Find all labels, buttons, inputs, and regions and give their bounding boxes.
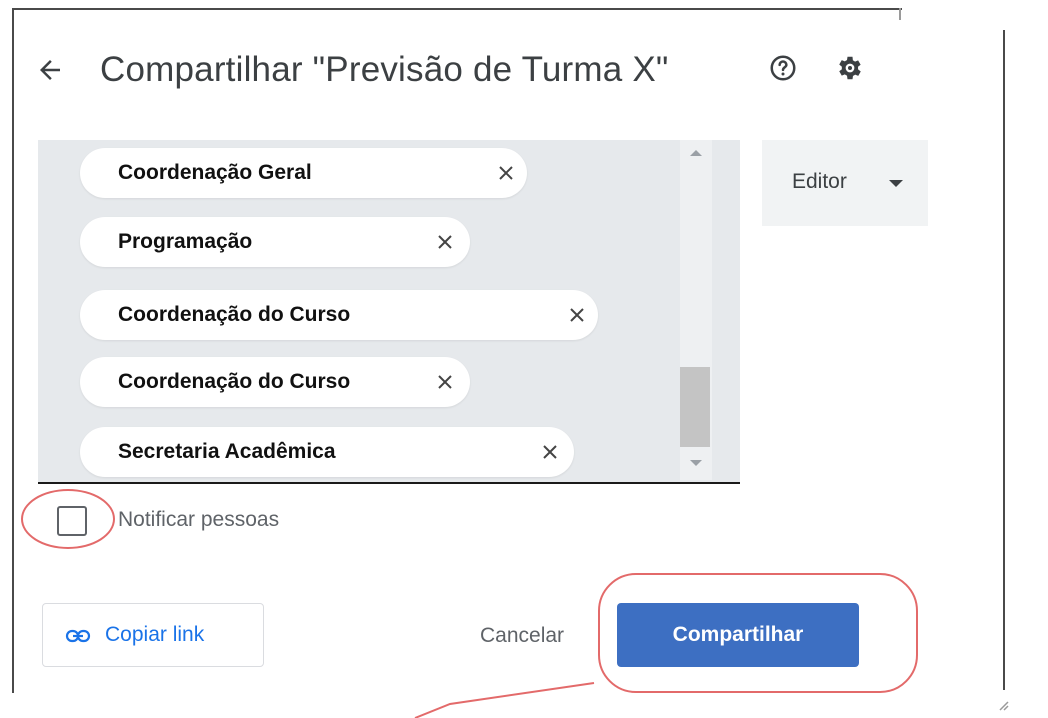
- help-circle-icon: [770, 55, 796, 81]
- share-dialog-screenshot: Compartilhar "Previsão de Turma X" Coord…: [0, 0, 1048, 718]
- remove-recipient-button[interactable]: [494, 161, 518, 185]
- scroll-up-arrow-icon[interactable]: [690, 150, 702, 156]
- copy-link-button[interactable]: Copiar link: [42, 603, 264, 667]
- recipient-chip-label: Coordenação Geral: [118, 161, 312, 184]
- cancel-label: Cancelar: [480, 624, 565, 647]
- recipient-chip-label: Coordenação do Curso: [118, 370, 351, 393]
- cancel-button[interactable]: Cancelar: [470, 610, 600, 660]
- settings-button[interactable]: [832, 50, 868, 86]
- recipient-chip: Coordenação do Curso: [80, 290, 598, 340]
- share-button[interactable]: Compartilhar: [617, 603, 859, 667]
- role-dropdown-value: Editor: [792, 170, 847, 193]
- recipient-chip: Coordenação Geral: [80, 148, 527, 198]
- notify-people-checkbox[interactable]: [57, 506, 87, 536]
- recipient-chip-label: Coordenação do Curso: [118, 303, 351, 326]
- scrollbar-thumb[interactable]: [680, 367, 710, 447]
- dialog-frame-tick: [899, 8, 901, 20]
- dialog-frame-left: [12, 8, 14, 693]
- resize-corner-icon: [999, 701, 1009, 711]
- help-button[interactable]: [765, 50, 801, 86]
- copy-link-label: Copiar link: [105, 623, 205, 646]
- remove-recipient-button[interactable]: [433, 230, 457, 254]
- arrow-left-icon: [40, 60, 60, 80]
- recipient-chip: Coordenação do Curso: [80, 357, 470, 407]
- dialog-frame-right: [1003, 30, 1005, 690]
- dialog-frame-top: [12, 8, 902, 10]
- close-icon: [499, 166, 513, 180]
- scroll-down-arrow-icon[interactable]: [690, 460, 702, 466]
- back-button[interactable]: [30, 46, 70, 94]
- caret-down-icon: [889, 180, 903, 187]
- remove-recipient-button[interactable]: [538, 440, 562, 464]
- remove-recipient-button[interactable]: [565, 303, 589, 327]
- share-label: Compartilhar: [672, 623, 804, 646]
- close-icon: [543, 445, 557, 459]
- recipient-chip: Programação: [80, 217, 470, 267]
- role-dropdown[interactable]: Editor: [762, 140, 928, 226]
- close-icon: [438, 235, 452, 249]
- recipients-chip-list[interactable]: Coordenação Geral Programação Coordenaçã…: [38, 140, 740, 484]
- close-icon: [438, 375, 452, 389]
- notify-people-label: Notificar pessoas: [118, 508, 280, 531]
- dialog-title: Compartilhar "Previsão de Turma X": [100, 50, 669, 89]
- close-icon: [570, 308, 584, 322]
- recipient-chip: Secretaria Acadêmica: [80, 427, 574, 477]
- link-icon: [65, 629, 91, 643]
- recipient-chip-label: Secretaria Acadêmica: [118, 440, 336, 463]
- recipient-chip-label: Programação: [118, 230, 253, 253]
- gear-icon: [839, 56, 861, 80]
- remove-recipient-button[interactable]: [433, 370, 457, 394]
